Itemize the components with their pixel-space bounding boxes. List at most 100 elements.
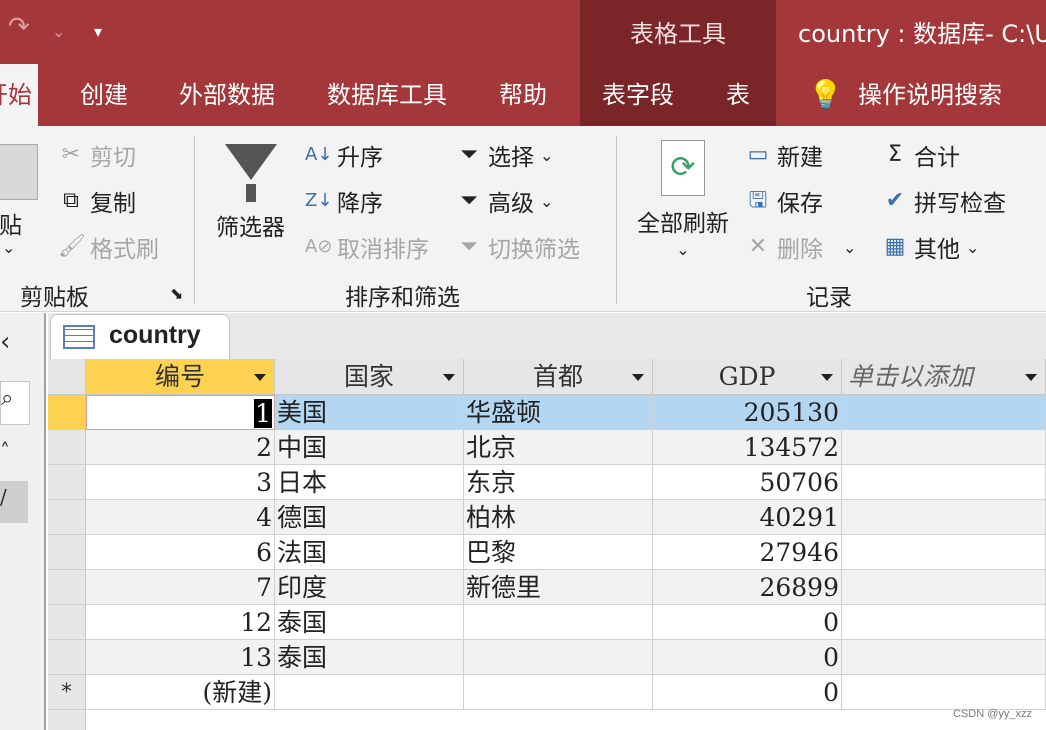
row-selector[interactable]: [48, 535, 86, 570]
table-row[interactable]: 3 日本 东京 50706: [48, 465, 1046, 500]
dropdown-arrow-icon[interactable]: [821, 374, 833, 381]
cell-gdp[interactable]: 50706: [653, 465, 842, 500]
row-selector[interactable]: [48, 605, 86, 640]
table-row[interactable]: 2 中国 北京 134572: [48, 430, 1046, 465]
cell-country[interactable]: 法国: [275, 535, 464, 570]
cell-id[interactable]: 7: [86, 570, 275, 605]
cell-add[interactable]: [842, 395, 1046, 430]
cell-add[interactable]: [842, 570, 1046, 605]
cell-add[interactable]: [842, 605, 1046, 640]
cell-gdp[interactable]: 205130: [653, 395, 842, 430]
paste-button[interactable]: 粘贴: [0, 144, 38, 240]
document-tab-country[interactable]: country: [50, 314, 230, 360]
cell-add[interactable]: [842, 430, 1046, 465]
cell-id[interactable]: 13: [86, 640, 275, 675]
cell-gdp[interactable]: 0: [653, 605, 842, 640]
spelling-button[interactable]: ✔ 拼写检查: [882, 184, 1006, 218]
tab-create[interactable]: 创建: [80, 64, 128, 126]
cell-gdp[interactable]: 0: [653, 640, 842, 675]
dialog-launcher-icon[interactable]: ⬊: [170, 284, 183, 303]
column-header-click-to-add[interactable]: 单击以添加: [842, 359, 1046, 395]
row-selector[interactable]: [48, 395, 86, 430]
tab-database-tools[interactable]: 数据库工具: [327, 64, 447, 126]
tab-table-fields[interactable]: 表字段: [602, 64, 674, 126]
cell-capital[interactable]: 柏林: [464, 500, 653, 535]
delete-record-button[interactable]: ✕ 删除 ⌄: [745, 230, 857, 264]
cell-country[interactable]: 印度: [275, 570, 464, 605]
cell-gdp[interactable]: 0: [653, 675, 842, 710]
tab-help[interactable]: 帮助: [499, 64, 547, 126]
redo-icon[interactable]: ↷: [8, 12, 30, 42]
cell-gdp[interactable]: 134572: [653, 430, 842, 465]
row-selector[interactable]: [48, 465, 86, 500]
cell-country[interactable]: 日本: [275, 465, 464, 500]
chevron-up-icon[interactable]: ˄: [0, 439, 10, 463]
advanced-button[interactable]: ⏷ 高级 ⌄: [456, 184, 553, 218]
copy-button[interactable]: ⧉ 复制: [58, 184, 136, 218]
table-row[interactable]: 1 美国 华盛顿 205130: [48, 395, 1046, 430]
column-header-gdp[interactable]: GDP: [653, 359, 842, 395]
cell-gdp[interactable]: 40291: [653, 500, 842, 535]
dropdown-arrow-icon[interactable]: [1025, 374, 1037, 381]
cell-id[interactable]: 1: [86, 395, 275, 430]
cell-id[interactable]: 4: [86, 500, 275, 535]
cell-country[interactable]: [275, 675, 464, 710]
cell-id[interactable]: (新建): [86, 675, 275, 710]
column-header-capital[interactable]: 首都: [464, 359, 653, 395]
cell-capital[interactable]: [464, 640, 653, 675]
tab-home[interactable]: 开始: [0, 64, 38, 126]
nav-selected-item[interactable]: /: [0, 481, 28, 523]
cell-capital[interactable]: [464, 605, 653, 640]
collapse-icon[interactable]: ‹: [0, 327, 10, 357]
row-selector[interactable]: [48, 640, 86, 675]
new-record-row[interactable]: * (新建) 0: [48, 675, 1046, 710]
cell-id[interactable]: 3: [86, 465, 275, 500]
cell-capital[interactable]: 巴黎: [464, 535, 653, 570]
cell-capital[interactable]: 新德里: [464, 570, 653, 605]
cell-add[interactable]: [842, 465, 1046, 500]
table-row[interactable]: 6 法国 巴黎 27946: [48, 535, 1046, 570]
row-selector[interactable]: [48, 570, 86, 605]
totals-button[interactable]: Σ 合计: [882, 138, 960, 172]
customize-quick-access-icon[interactable]: ▾: [94, 22, 102, 41]
select-all-corner[interactable]: [48, 359, 86, 395]
row-selector[interactable]: [48, 430, 86, 465]
clear-sort-button[interactable]: A⊘ 取消排序: [305, 230, 429, 264]
cell-gdp[interactable]: 27946: [653, 535, 842, 570]
nav-search-box[interactable]: ⌕: [0, 381, 30, 425]
cell-country[interactable]: 泰国: [275, 640, 464, 675]
cell-add[interactable]: [842, 535, 1046, 570]
cell-id[interactable]: 6: [86, 535, 275, 570]
cell-id[interactable]: 12: [86, 605, 275, 640]
tab-table[interactable]: 表: [726, 64, 750, 126]
dropdown-arrow-icon[interactable]: [443, 374, 455, 381]
paste-dropdown-icon[interactable]: ⌄: [2, 238, 15, 257]
format-painter-button[interactable]: 🖌 格式刷: [58, 230, 159, 264]
cell-capital[interactable]: 华盛顿: [464, 395, 653, 430]
sort-descending-button[interactable]: Z↓ 降序: [305, 184, 383, 218]
cell-add[interactable]: [842, 640, 1046, 675]
sort-ascending-button[interactable]: A↓ 升序: [305, 138, 383, 172]
cell-capital[interactable]: [464, 675, 653, 710]
dropdown-arrow-icon[interactable]: [254, 374, 266, 381]
tab-external-data[interactable]: 外部数据: [179, 64, 275, 126]
cell-capital[interactable]: 北京: [464, 430, 653, 465]
table-row[interactable]: 12 泰国 0: [48, 605, 1046, 640]
toggle-filter-button[interactable]: ⏷ 切换筛选: [456, 230, 580, 264]
selection-button[interactable]: ⏷ 选择 ⌄: [456, 138, 553, 172]
cell-add[interactable]: [842, 675, 1046, 710]
column-header-id[interactable]: 编号: [86, 359, 275, 395]
dropdown-arrow-icon[interactable]: [632, 374, 644, 381]
new-record-button[interactable]: ▭ 新建: [745, 138, 823, 172]
table-row[interactable]: 13 泰国 0: [48, 640, 1046, 675]
more-button[interactable]: ▦ 其他 ⌄: [882, 230, 980, 264]
table-row[interactable]: 7 印度 新德里 26899: [48, 570, 1046, 605]
cell-capital[interactable]: 东京: [464, 465, 653, 500]
table-row[interactable]: 4 德国 柏林 40291: [48, 500, 1046, 535]
tell-me-search[interactable]: 操作说明搜索: [858, 64, 1002, 126]
row-selector[interactable]: [48, 500, 86, 535]
filter-button[interactable]: 筛选器: [216, 138, 285, 242]
redo-dropdown-icon[interactable]: ⌄: [52, 22, 65, 41]
cell-gdp[interactable]: 26899: [653, 570, 842, 605]
refresh-all-button[interactable]: ⟳ 全部刷新 ⌄: [637, 140, 729, 259]
